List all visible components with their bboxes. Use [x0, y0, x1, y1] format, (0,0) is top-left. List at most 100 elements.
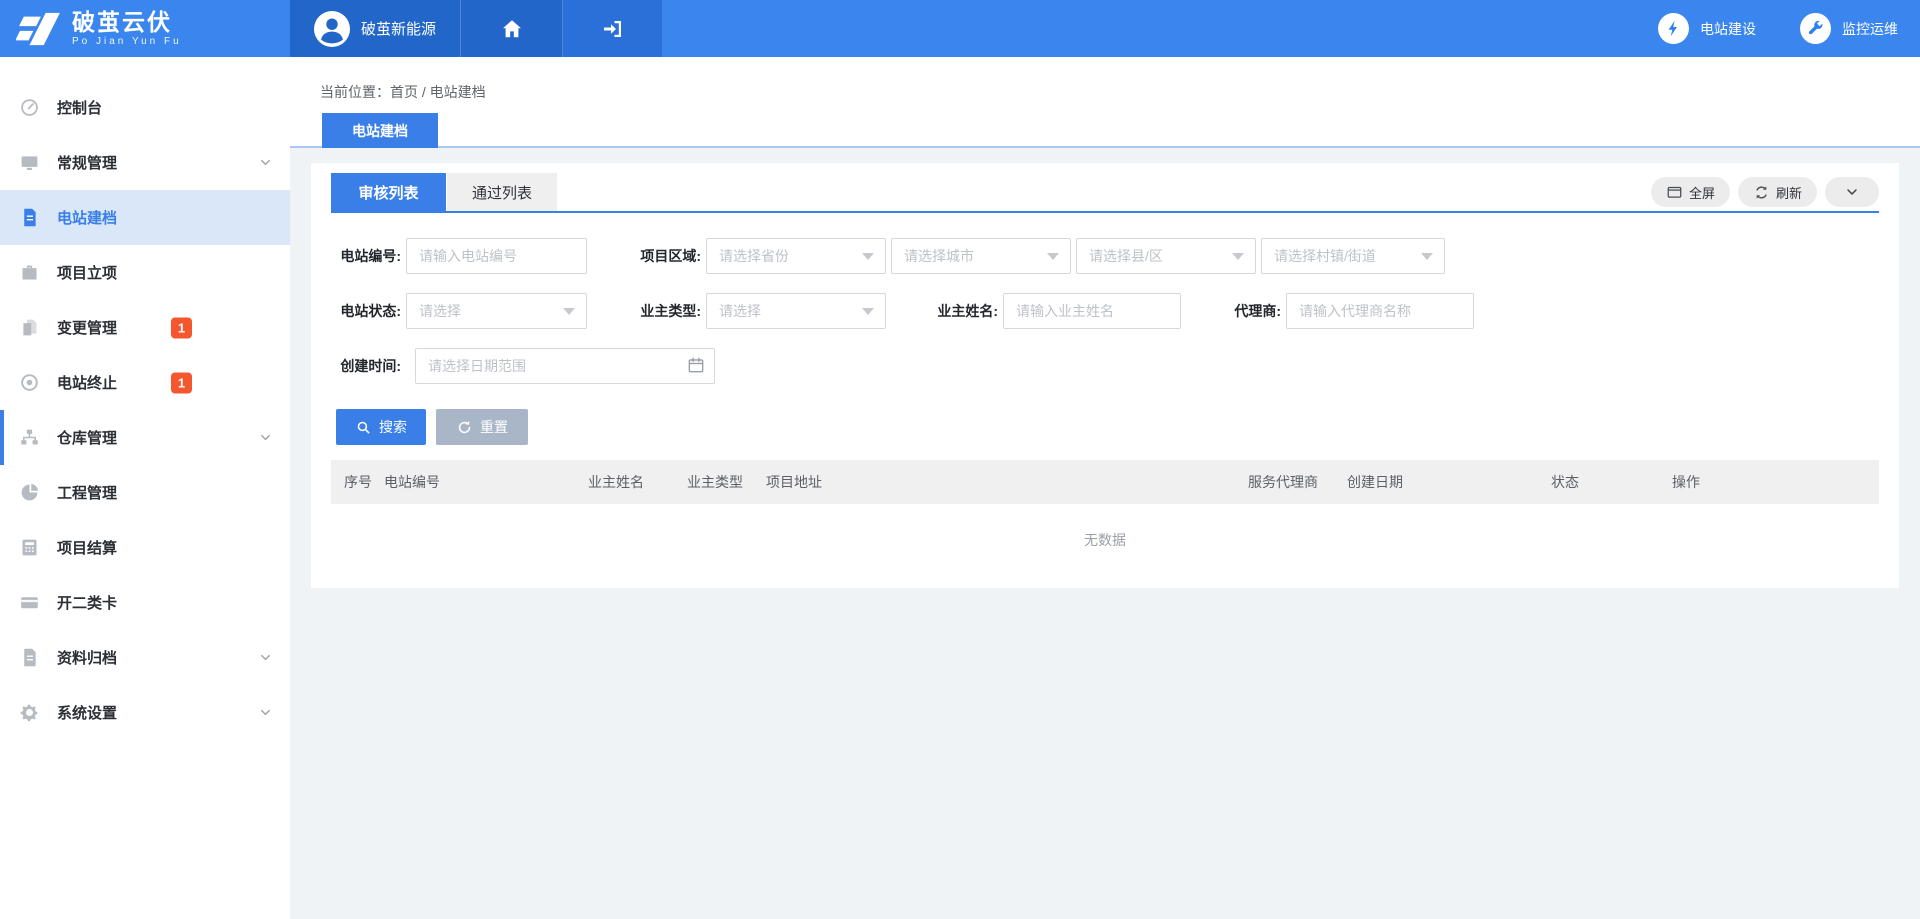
date-range-input[interactable]: [415, 348, 715, 384]
chevron-down-icon: [258, 650, 273, 665]
user-name: 破茧新能源: [361, 18, 436, 39]
sidebar: 控制台常规管理电站建档项目立项变更管理1电站终止1仓库管理工程管理项目结算开二类…: [0, 57, 290, 919]
sidebar-item-project-initiation[interactable]: 项目立项: [0, 245, 290, 300]
sidebar-item-general-management[interactable]: 常规管理: [0, 135, 290, 190]
sidebar-item-system-settings[interactable]: 系统设置: [0, 685, 290, 740]
tabs-bar: 审核列表 通过列表 全屏 刷新: [331, 163, 1879, 213]
column-header: 电站编号: [384, 460, 588, 504]
home-icon: [500, 17, 524, 41]
logout-icon: [601, 17, 625, 41]
search-icon: [355, 419, 372, 436]
reset-icon: [456, 419, 473, 436]
results-table: 序号电站编号业主姓名业主类型项目地址服务代理商创建日期状态操作 无数据: [331, 460, 1879, 590]
notification-badge: 1: [171, 317, 192, 338]
owner-type-label: 业主类型:: [587, 301, 701, 321]
chevron-down-icon: [258, 705, 273, 720]
town-select[interactable]: 请选择村镇/街道: [1261, 238, 1445, 274]
caret-down-icon: [862, 253, 874, 260]
calculator-icon: [19, 537, 40, 558]
reset-button[interactable]: 重置: [436, 409, 528, 445]
sidebar-item-station-filing[interactable]: 电站建档: [0, 190, 290, 245]
breadcrumb: 当前位置：首页 / 电站建档: [320, 82, 486, 102]
sidebar-item-archive[interactable]: 资料归档: [0, 630, 290, 685]
table-header-row: 序号电站编号业主姓名业主类型项目地址服务代理商创建日期状态操作: [331, 460, 1879, 504]
sidebar-item-station-termination[interactable]: 电站终止1: [0, 355, 290, 410]
app-window: 破茧云伏 Po Jian Yun Fu 破茧新能源: [0, 0, 1920, 919]
fullscreen-icon: [1666, 184, 1683, 201]
quick-link-station-construction[interactable]: 电站建设: [1658, 13, 1756, 44]
caret-down-icon: [1047, 253, 1059, 260]
avatar: [314, 11, 350, 47]
sitemap-icon: [19, 427, 40, 448]
user-menu[interactable]: 破茧新能源: [290, 0, 461, 57]
card-icon: [19, 592, 40, 613]
filter-form: 电站编号: 项目区域: 请选择省份 请选择城市 请选择县/区 请选择村镇/街道 …: [331, 238, 1879, 384]
chevron-down-icon: [258, 155, 273, 170]
fullscreen-button[interactable]: 全屏: [1651, 177, 1730, 207]
sidebar-item-change-management[interactable]: 变更管理1: [0, 300, 290, 355]
top-bar-right: 电站建设 监控运维: [662, 0, 1920, 57]
agent-label: 代理商:: [1181, 301, 1281, 321]
agent-input[interactable]: [1286, 293, 1474, 329]
owner-name-input[interactable]: [1003, 293, 1181, 329]
caret-down-icon: [1232, 253, 1244, 260]
record-icon: [19, 372, 40, 393]
created-time-label: 创建时间:: [331, 356, 401, 376]
monitor-icon: [19, 152, 40, 173]
column-header: 服务代理商: [1248, 460, 1347, 504]
column-header: 序号: [331, 460, 384, 504]
home-button[interactable]: [461, 0, 563, 57]
notification-badge: 1: [171, 372, 192, 393]
quick-link-monitoring-ops[interactable]: 监控运维: [1800, 13, 1898, 44]
file-icon: [19, 647, 40, 668]
document-icon: [19, 207, 40, 228]
chevron-down-icon: [1844, 184, 1860, 200]
pie-chart-icon: [19, 482, 40, 503]
brand-logo-icon: [16, 10, 62, 48]
filter-actions: 搜索 重置: [331, 409, 1879, 445]
city-select[interactable]: 请选择城市: [891, 238, 1071, 274]
province-select[interactable]: 请选择省份: [706, 238, 886, 274]
sidebar-item-console[interactable]: 控制台: [0, 80, 290, 135]
owner-type-select[interactable]: 请选择: [706, 293, 886, 329]
column-header: 操作: [1672, 460, 1879, 504]
brand-title: 破茧云伏: [72, 10, 182, 34]
sidebar-item-open-type2-card[interactable]: 开二类卡: [0, 575, 290, 630]
main-area: 当前位置：首页 / 电站建档 电站建档 审核列表 通过列表 全屏: [290, 57, 1920, 919]
column-header: 业主姓名: [588, 460, 687, 504]
tab-review-list[interactable]: 审核列表: [331, 173, 446, 211]
column-header: 状态: [1551, 460, 1672, 504]
county-select[interactable]: 请选择县/区: [1076, 238, 1256, 274]
station-status-select[interactable]: 请选择: [406, 293, 587, 329]
content-area: 审核列表 通过列表 全屏 刷新: [290, 148, 1920, 588]
lightning-icon: [1658, 13, 1689, 44]
caret-down-icon: [563, 308, 575, 315]
empty-row: 无数据: [331, 504, 1879, 590]
panel: 审核列表 通过列表 全屏 刷新: [311, 163, 1899, 588]
top-bar: 破茧云伏 Po Jian Yun Fu 破茧新能源: [0, 0, 1920, 57]
sidebar-item-engineering-management[interactable]: 工程管理: [0, 465, 290, 520]
chevron-down-icon: [258, 430, 273, 445]
column-header: 创建日期: [1347, 460, 1551, 504]
caret-down-icon: [862, 308, 874, 315]
sidebar-item-warehouse-management[interactable]: 仓库管理: [0, 410, 290, 465]
briefcase-icon: [19, 262, 40, 283]
refresh-icon: [1753, 184, 1770, 201]
gear-icon: [19, 702, 40, 723]
tab-passed-list[interactable]: 通过列表: [447, 173, 557, 211]
empty-state-text: 无数据: [331, 504, 1879, 590]
caret-down-icon: [1421, 253, 1433, 260]
project-region-label: 项目区域:: [587, 246, 701, 266]
brand-subtitle: Po Jian Yun Fu: [72, 36, 182, 47]
calendar-icon: [686, 355, 706, 375]
sidebar-menu: 控制台常规管理电站建档项目立项变更管理1电站终止1仓库管理工程管理项目结算开二类…: [0, 57, 290, 740]
station-code-input[interactable]: [406, 238, 587, 274]
page-tab-station-filing[interactable]: 电站建档: [322, 113, 438, 148]
search-button[interactable]: 搜索: [336, 409, 426, 445]
logout-button[interactable]: [563, 0, 662, 57]
refresh-button[interactable]: 刷新: [1738, 177, 1817, 207]
collapse-button[interactable]: [1825, 177, 1879, 207]
column-header: 项目地址: [766, 460, 1248, 504]
sidebar-item-project-settlement[interactable]: 项目结算: [0, 520, 290, 575]
pages-icon: [19, 317, 40, 338]
